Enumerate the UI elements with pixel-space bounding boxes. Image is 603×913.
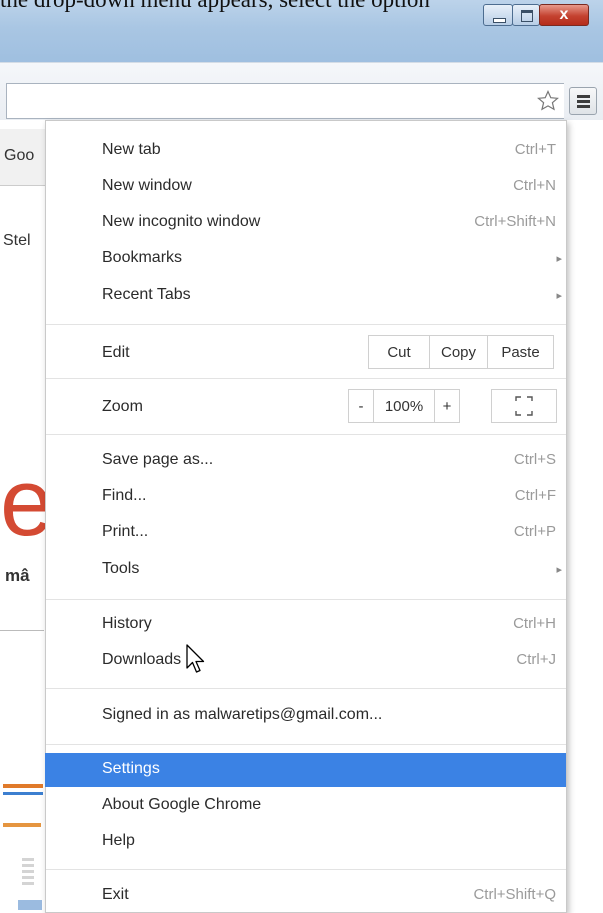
fullscreen-button[interactable] [491, 389, 557, 423]
menu-item-label: Signed in as malwaretips@gmail.com... [102, 706, 383, 723]
menu-item-recent-tabs[interactable]: Recent Tabs ▸ [46, 279, 566, 313]
menu-item-tools[interactable]: Tools ▸ [46, 553, 566, 587]
minimize-button[interactable] [483, 4, 513, 26]
close-button[interactable]: x [539, 4, 589, 26]
menu-item-label: New tab [102, 141, 161, 158]
menu-item-label: Save page as... [102, 451, 214, 468]
menu-item-new-window[interactable]: New window Ctrl+N [46, 170, 566, 204]
menu-separator [46, 324, 566, 325]
chrome-menu: New tab Ctrl+T New window Ctrl+N New inc… [45, 120, 567, 913]
submenu-arrow-icon: ▸ [556, 290, 562, 302]
menu-item-label: Exit [102, 886, 129, 903]
menu-separator [46, 434, 566, 435]
edit-button-group: Cut Copy Paste [368, 335, 554, 369]
menu-item-zoom: Zoom [46, 389, 566, 423]
background-text: mâ [5, 566, 30, 585]
background-divider [0, 630, 44, 631]
zoom-control-group: - 100% + [348, 389, 460, 423]
background-tab-text: Goo [4, 147, 35, 164]
menu-separator [46, 599, 566, 600]
copy-button[interactable]: Copy [429, 335, 488, 369]
menu-item-shortcut: Ctrl+F [514, 487, 556, 504]
menu-item-label: Downloads [102, 651, 182, 668]
background-decoration [18, 900, 42, 910]
menu-item-label: Help [102, 832, 135, 849]
menu-bar-icon [577, 95, 590, 98]
menu-item-shortcut: Ctrl+N [513, 177, 556, 194]
menu-item-label: Tools [102, 560, 140, 577]
menu-item-shortcut: Ctrl+J [516, 651, 556, 668]
menu-item-downloads[interactable]: Downloads Ctrl+J [46, 644, 566, 678]
browser-toolbar [0, 62, 603, 121]
menu-item-shortcut: Ctrl+P [513, 523, 556, 540]
bookmark-star-icon[interactable] [536, 89, 560, 113]
fullscreen-icon [515, 396, 533, 416]
menu-item-bookmarks[interactable]: Bookmarks ▸ [46, 242, 566, 276]
cut-button[interactable]: Cut [368, 335, 430, 369]
menu-item-new-tab[interactable]: New tab Ctrl+T [46, 134, 566, 168]
background-tab: Goo [0, 129, 47, 186]
menu-bar-icon [577, 100, 590, 103]
chrome-menu-button[interactable] [569, 87, 597, 115]
menu-item-label: New incognito window [102, 213, 261, 230]
menu-item-label: Print... [102, 523, 149, 540]
menu-item-save-page-as[interactable]: Save page as... Ctrl+S [46, 444, 566, 478]
menu-item-shortcut: Ctrl+Shift+Q [473, 886, 556, 903]
menu-item-exit[interactable]: Exit Ctrl+Shift+Q [46, 879, 566, 913]
menu-item-about-google-chrome[interactable]: About Google Chrome [46, 789, 566, 823]
menu-item-label: About Google Chrome [102, 796, 262, 813]
window-title-bar: the drop-down menu appears, select the o… [0, 0, 603, 62]
close-icon: x [559, 6, 569, 23]
background-text: Stel [3, 232, 31, 249]
background-decoration [3, 784, 43, 788]
maximize-icon [521, 10, 533, 22]
menu-item-help[interactable]: Help [46, 825, 566, 859]
menu-item-new-incognito-window[interactable]: New incognito window Ctrl+Shift+N [46, 206, 566, 240]
menu-item-label: Recent Tabs [102, 286, 191, 303]
menu-item-shortcut: Ctrl+T [514, 141, 556, 158]
paste-button[interactable]: Paste [487, 335, 554, 369]
maximize-button[interactable] [512, 4, 540, 26]
menu-separator [46, 869, 566, 870]
submenu-arrow-icon: ▸ [556, 253, 562, 265]
zoom-level: 100% [373, 389, 435, 423]
menu-item-signed-in[interactable]: Signed in as malwaretips@gmail.com... [46, 699, 566, 733]
menu-item-print[interactable]: Print... Ctrl+P [46, 516, 566, 550]
menu-separator [46, 744, 566, 745]
menu-item-shortcut: Ctrl+S [513, 451, 556, 468]
zoom-in-button[interactable]: + [434, 389, 460, 423]
window-controls: x [483, 4, 589, 28]
menu-item-shortcut: Ctrl+H [513, 615, 556, 632]
submenu-arrow-icon: ▸ [556, 564, 562, 576]
menu-item-label: History [102, 615, 152, 632]
menu-item-label: New window [102, 177, 192, 194]
menu-item-shortcut: Ctrl+Shift+N [474, 213, 556, 230]
background-decoration [3, 823, 41, 827]
menu-item-label: Edit [102, 344, 130, 361]
menu-separator [46, 688, 566, 689]
menu-item-label: Zoom [102, 398, 143, 415]
background-decoration [22, 858, 34, 888]
zoom-out-button[interactable]: - [348, 389, 374, 423]
address-bar[interactable] [6, 83, 564, 119]
menu-item-find[interactable]: Find... Ctrl+F [46, 480, 566, 514]
background-decoration [3, 792, 43, 795]
mouse-cursor-icon [186, 644, 205, 673]
minimize-icon [493, 18, 506, 23]
menu-item-history[interactable]: History Ctrl+H [46, 608, 566, 642]
menu-item-label: Bookmarks [102, 249, 183, 266]
menu-item-settings[interactable]: Settings [45, 753, 566, 787]
menu-item-label: Find... [102, 487, 147, 504]
caption-text: the drop-down menu appears, select the o… [0, 0, 430, 13]
menu-separator [46, 378, 566, 379]
menu-bar-icon [577, 105, 590, 108]
menu-item-label: Settings [102, 760, 160, 777]
